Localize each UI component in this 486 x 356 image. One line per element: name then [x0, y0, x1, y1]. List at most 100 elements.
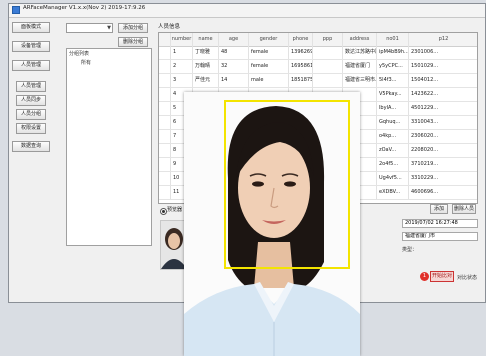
- nav-button-panel[interactable]: 面板模式: [12, 22, 50, 33]
- face-detection-box: [224, 100, 350, 269]
- group-tree-header: 分组列表: [69, 51, 90, 57]
- table-cell: [159, 46, 171, 59]
- column-header[interactable]: name: [193, 33, 219, 46]
- app-icon: [12, 6, 20, 14]
- table-cell: 5l4f3...: [377, 74, 409, 87]
- tree-item-all[interactable]: 所有: [81, 59, 91, 66]
- table-cell: [313, 60, 343, 73]
- sub-button-people-sync[interactable]: 人员同步: [16, 95, 46, 106]
- remove-group-button[interactable]: 删除分组: [118, 37, 148, 47]
- table-cell: 3310229...: [409, 172, 477, 185]
- nav-button-device[interactable]: 设备管理: [12, 41, 50, 52]
- table-cell: [159, 116, 171, 129]
- table-cell: 16958614147: [289, 60, 313, 73]
- column-header[interactable]: ppp: [313, 33, 343, 46]
- table-cell: [159, 130, 171, 143]
- table-header-row: number name age gender phone ppp address no01 p1…: [159, 33, 477, 47]
- sub-button-people-group[interactable]: 人员分组: [16, 109, 46, 120]
- table-cell: o4kp...: [377, 130, 409, 143]
- table-cell: Ug4vf5...: [377, 172, 409, 185]
- group-panel: ▼ 添加分组 删除分组 分组列表 所有: [66, 16, 152, 278]
- table-cell: 48: [219, 46, 249, 59]
- table-cell: 13962694564: [289, 46, 313, 59]
- nav-button-query[interactable]: 数据查询: [12, 141, 50, 152]
- table-cell: 14: [219, 74, 249, 87]
- table-cell: [159, 186, 171, 199]
- column-header[interactable]: phone: [289, 33, 313, 46]
- column-header[interactable]: no01: [377, 33, 409, 46]
- add-group-button[interactable]: 添加分组: [118, 23, 148, 33]
- table-cell: 2208020...: [409, 144, 477, 157]
- table-cell: 2301006...: [409, 46, 477, 59]
- table-cell: 18518756582: [289, 74, 313, 87]
- table-cell: [159, 60, 171, 73]
- table-cell: ipM4bB9h...: [377, 46, 409, 59]
- right-panel: 添加 删除人员 2019/07/02 16:27:48 福建省厦门市 类型： 1…: [402, 204, 478, 296]
- table-cell: male: [249, 74, 289, 87]
- table-cell: lbyIA...: [377, 102, 409, 115]
- table-cell: 万翰晴: [193, 60, 219, 73]
- table-cell: 4600696...: [409, 186, 477, 199]
- table-cell: female: [249, 46, 289, 59]
- column-header[interactable]: gender: [249, 33, 289, 46]
- table-cell: [159, 102, 171, 115]
- left-navigation: 面板模式 设备管理 人员管理 人员管理 人员同步 人员分组 权限设置 数据查询: [4, 18, 60, 278]
- table-cell: 1504012...: [409, 74, 477, 87]
- table-cell: 3: [171, 74, 193, 87]
- table-cell: 严佳元: [193, 74, 219, 87]
- table-cell: eXDBV...: [377, 186, 409, 199]
- type-label: 类型：: [402, 247, 418, 253]
- table-cell: y5yCPC...: [377, 60, 409, 73]
- table-cell: 2o4f5...: [377, 158, 409, 171]
- table-row[interactable]: 1丁晓雅48female13962694564 数达江苏路中路ipM4bB9h..…: [159, 46, 477, 60]
- preview-radio[interactable]: [160, 208, 167, 215]
- column-header[interactable]: address: [343, 33, 377, 46]
- notification-badge: 1: [420, 272, 429, 281]
- table-cell: [159, 88, 171, 101]
- address-field[interactable]: 福建省厦门市: [402, 232, 478, 241]
- table-cell: 数达江苏路中路: [343, 46, 377, 59]
- table-cell: zOaV...: [377, 144, 409, 157]
- sub-button-people-manage[interactable]: 人员管理: [16, 81, 46, 92]
- compare-status-label: 对比状态: [457, 275, 478, 281]
- table-cell: 2306020...: [409, 130, 477, 143]
- table-cell: 1501029...: [409, 60, 477, 73]
- table-cell: [159, 144, 171, 157]
- table-cell: 4501229...: [409, 102, 477, 115]
- table-cell: 丁晓雅: [193, 46, 219, 59]
- table-cell: [159, 74, 171, 87]
- table-cell: [313, 46, 343, 59]
- column-header[interactable]: p12: [409, 33, 477, 46]
- column-header[interactable]: age: [219, 33, 249, 46]
- table-cell: 3710219...: [409, 158, 477, 171]
- table-cell: 1423622...: [409, 88, 477, 101]
- table-cell: 1: [171, 46, 193, 59]
- table-row[interactable]: 2万翰晴32female16958614147 福建省厦门y5yCPC...150…: [159, 60, 477, 74]
- column-header[interactable]: number: [171, 33, 193, 46]
- delete-person-button[interactable]: 删除人员: [452, 204, 476, 214]
- group-tree: 分组列表 所有: [66, 48, 152, 246]
- table-cell: Gqhuq...: [377, 116, 409, 129]
- group-combo[interactable]: ▼: [66, 23, 113, 33]
- table-cell: 32: [219, 60, 249, 73]
- table-cell: 3310043...: [409, 116, 477, 129]
- column-header: [159, 33, 171, 46]
- table-cell: 福建省三明市...: [343, 74, 377, 87]
- table-cell: [159, 172, 171, 185]
- table-cell: female: [249, 60, 289, 73]
- table-cell: [313, 74, 343, 87]
- table-cell: 福建省厦门: [343, 60, 377, 73]
- time-field: 2019/07/02 16:27:48: [402, 219, 478, 228]
- add-button[interactable]: 添加: [430, 204, 448, 214]
- sub-button-permission[interactable]: 权限设置: [16, 123, 46, 134]
- nav-button-people[interactable]: 人员管理: [12, 60, 50, 71]
- preview-label: 预览器: [167, 207, 183, 213]
- table-cell: 2: [171, 60, 193, 73]
- table-cell: V5Pkay...: [377, 88, 409, 101]
- chevron-down-icon: ▼: [107, 25, 111, 31]
- window-title: ARFaceManager V1.x.x(Nov 2) 2019-17:9.26: [23, 5, 146, 11]
- start-compare-button[interactable]: 开始比对: [430, 271, 454, 282]
- table-row[interactable]: 3严佳元14male18518756582 福建省三明市...5l4f3...15…: [159, 74, 477, 88]
- grid-caption: 人员信息: [158, 24, 181, 30]
- table-cell: [159, 158, 171, 171]
